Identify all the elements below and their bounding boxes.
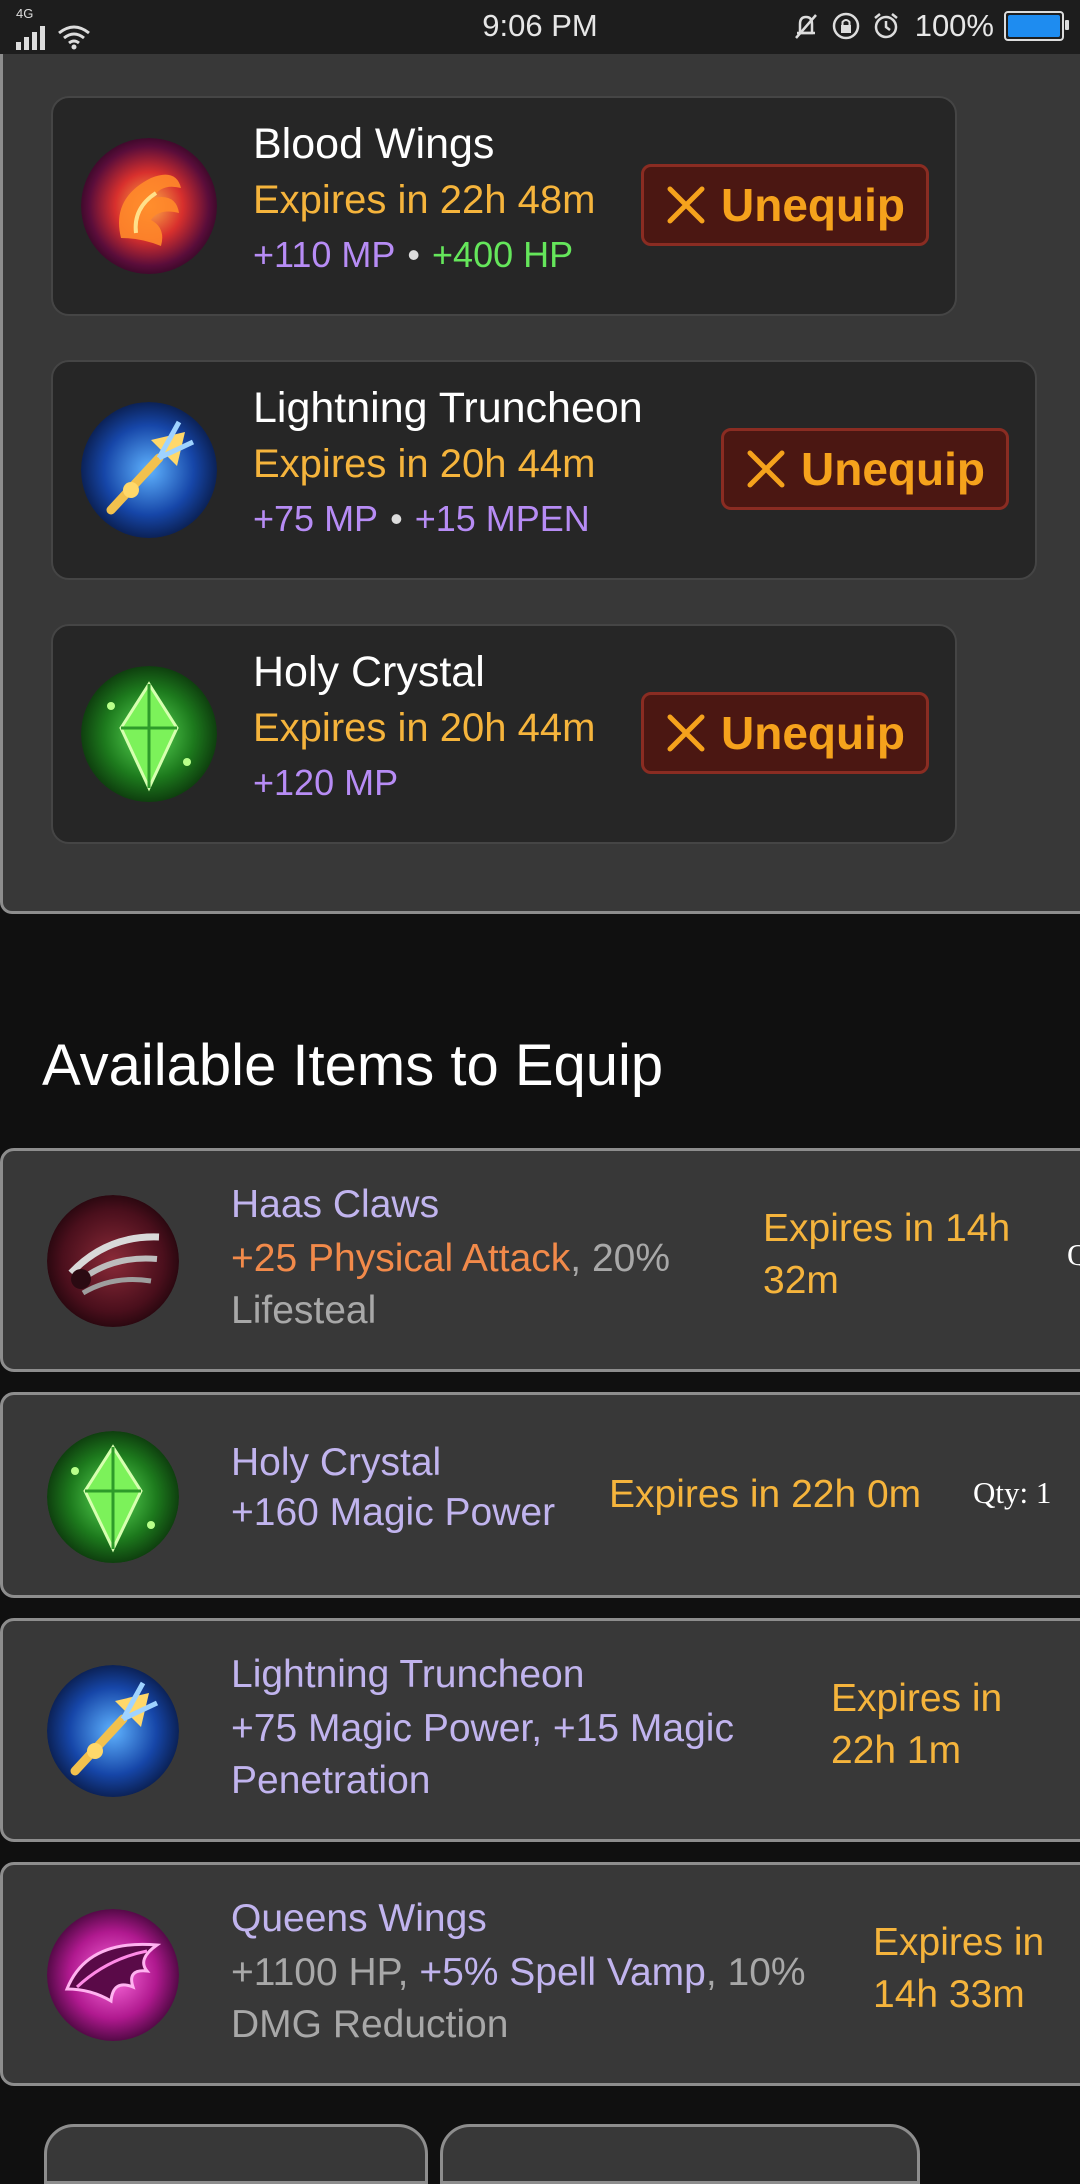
stat-hp: +400 HP (432, 234, 574, 275)
haas-claws-icon (47, 1195, 179, 1327)
stat-separator: • (390, 498, 403, 539)
unequip-button[interactable]: Unequip (721, 428, 1009, 510)
item-description: +75 Magic Power, +15 Magic Penetration (231, 1707, 734, 1802)
holy-crystal-icon (81, 666, 217, 802)
close-icon (747, 450, 785, 488)
holy-crystal-icon (47, 1431, 179, 1563)
status-right: 100% (791, 8, 1069, 44)
item-name: Queens Wings (231, 1897, 487, 1940)
expiry-line-1: Expires in 14h (763, 1207, 1011, 1250)
available-item-row[interactable]: Queens Wings +1100 HP, +5% Spell Vamp, 1… (0, 1862, 1080, 2086)
unequip-label: Unequip (801, 443, 985, 495)
stat-separator: , (705, 1951, 717, 1994)
item-expiry: Expires in 22h 48m (253, 178, 596, 222)
item-expiry: Expires in 20h 44m (253, 706, 596, 750)
item-description: +25 Physical Attack, 20% Lifesteal (231, 1233, 701, 1337)
stat-separator: • (407, 234, 421, 275)
lightning-truncheon-icon (47, 1665, 179, 1797)
blood-wings-icon (81, 138, 217, 274)
item-name: Blood Wings (253, 120, 495, 168)
equipped-item-card: Blood Wings Expires in 22h 48m +110 MP • +… (51, 96, 957, 316)
stat-hp: +1100 HP, (231, 1951, 409, 1994)
available-item-row[interactable]: Holy Crystal +160 Magic Power Expires in… (0, 1392, 1080, 1598)
item-stats: +75 MP • +15 MPEN (253, 498, 590, 540)
equipped-item-card: Holy Crystal Expires in 20h 44m +120 MP … (51, 624, 957, 844)
close-icon (667, 186, 705, 224)
stat-mp: +120 MP (253, 762, 399, 803)
bottom-tab-left[interactable] (44, 2124, 428, 2184)
stat-separator: , (570, 1237, 582, 1280)
stat-mp: +110 MP (253, 234, 396, 275)
item-stats: +120 MP (253, 762, 398, 804)
lightning-truncheon-icon (81, 402, 217, 538)
item-name: Haas Claws (231, 1183, 440, 1226)
equipped-item-card: Lightning Truncheon Expires in 20h 44m +… (51, 360, 1037, 580)
equipped-items-panel: Blood Wings Expires in 22h 48m +110 MP • +… (0, 54, 1080, 914)
expiry-line-2: 32m (763, 1259, 839, 1302)
stat-spell-vamp: +5% Spell Vamp (419, 1951, 706, 1994)
available-item-row[interactable]: Lightning Truncheon +75 Magic Power, +15… (0, 1618, 1080, 1842)
unequip-label: Unequip (721, 179, 905, 231)
item-description: +160 Magic Power (231, 1491, 556, 1534)
mute-icon (794, 14, 817, 39)
item-description: +1100 HP, +5% Spell Vamp, 10% DMG Reduct… (231, 1947, 851, 2051)
item-expiry: Expires in 14h 32m (763, 1203, 1010, 1307)
item-expiry: Expires in 14h 33m (873, 1917, 1044, 2021)
status-bar: 4G 9:06 PM 100% (0, 0, 1080, 54)
stat-mpen: +15 MPEN (414, 498, 590, 539)
close-icon (667, 714, 705, 752)
rotation-lock-icon (832, 12, 859, 40)
queens-wings-icon (47, 1909, 179, 2041)
item-name: Holy Crystal (253, 648, 485, 696)
expiry-line-2: 22h 1m (831, 1729, 962, 1772)
unequip-label: Unequip (721, 707, 905, 759)
available-items-title: Available Items to Equip (42, 1033, 664, 1098)
item-expiry: Expires in 22h 0m (609, 1473, 922, 1516)
expiry-line-1: Expires in (873, 1921, 1045, 1964)
stat-mp: +75 MP (253, 498, 379, 539)
item-name: Lightning Truncheon (253, 384, 643, 432)
item-expiry: Expires in 22h 1m (831, 1673, 1002, 1777)
bottom-tab-right[interactable] (440, 2124, 920, 2184)
item-expiry: Expires in 20h 44m (253, 442, 596, 486)
item-quantity: Qty: 1 (973, 1475, 1052, 1510)
item-quantity: Q (1067, 1237, 1080, 1272)
unequip-button[interactable]: Unequip (641, 692, 929, 774)
battery-percent: 100% (914, 8, 994, 43)
unequip-button[interactable]: Unequip (641, 164, 929, 246)
stat-physical-attack: +25 Physical Attack (231, 1237, 571, 1280)
item-stats: +110 MP • +400 HP (253, 234, 573, 276)
expiry-line-2: 14h 33m (873, 1973, 1025, 2016)
available-item-row[interactable]: Haas Claws +25 Physical Attack, 20% Life… (0, 1148, 1080, 1372)
item-name: Holy Crystal (231, 1441, 442, 1484)
item-name: Lightning Truncheon (231, 1653, 585, 1696)
alarm-icon (873, 13, 898, 39)
battery-icon (1004, 11, 1069, 41)
expiry-line-1: Expires in (831, 1677, 1003, 1720)
